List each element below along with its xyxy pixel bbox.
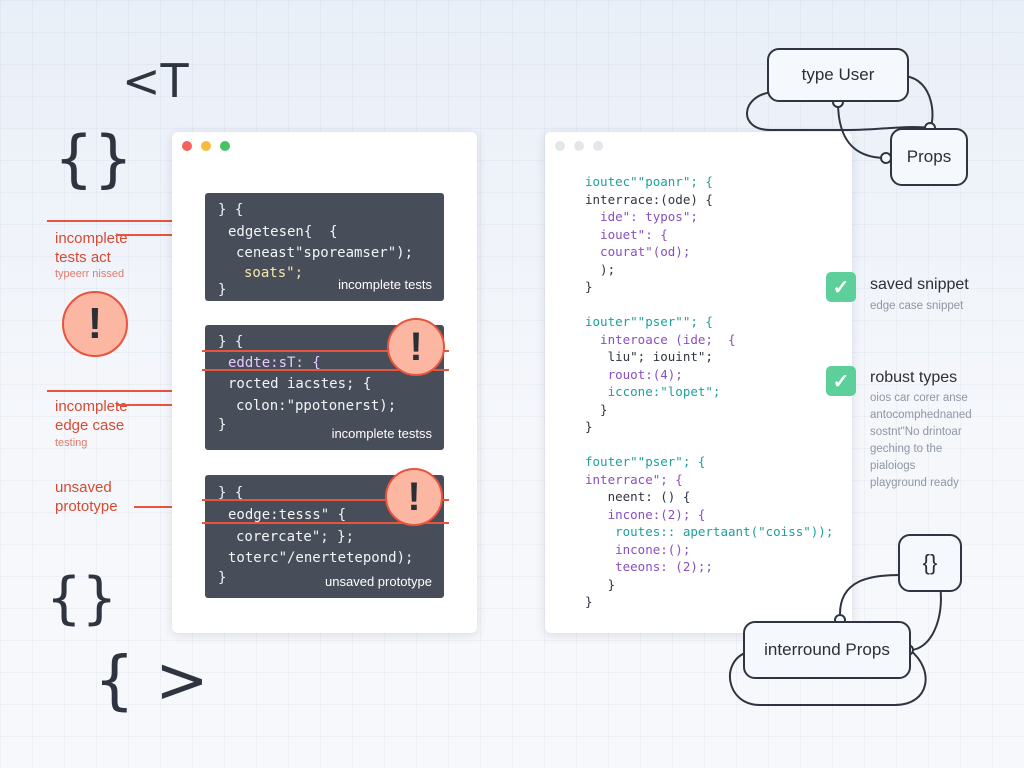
connector-path bbox=[904, 75, 934, 129]
connector-path bbox=[839, 574, 901, 615]
interround-props-node[interactable]: interround Props bbox=[743, 621, 911, 679]
type-user-node[interactable]: type User bbox=[767, 48, 909, 102]
braces-node[interactable]: {} bbox=[898, 534, 962, 592]
connector-path bbox=[909, 584, 942, 651]
props-node[interactable]: Props bbox=[890, 128, 968, 186]
